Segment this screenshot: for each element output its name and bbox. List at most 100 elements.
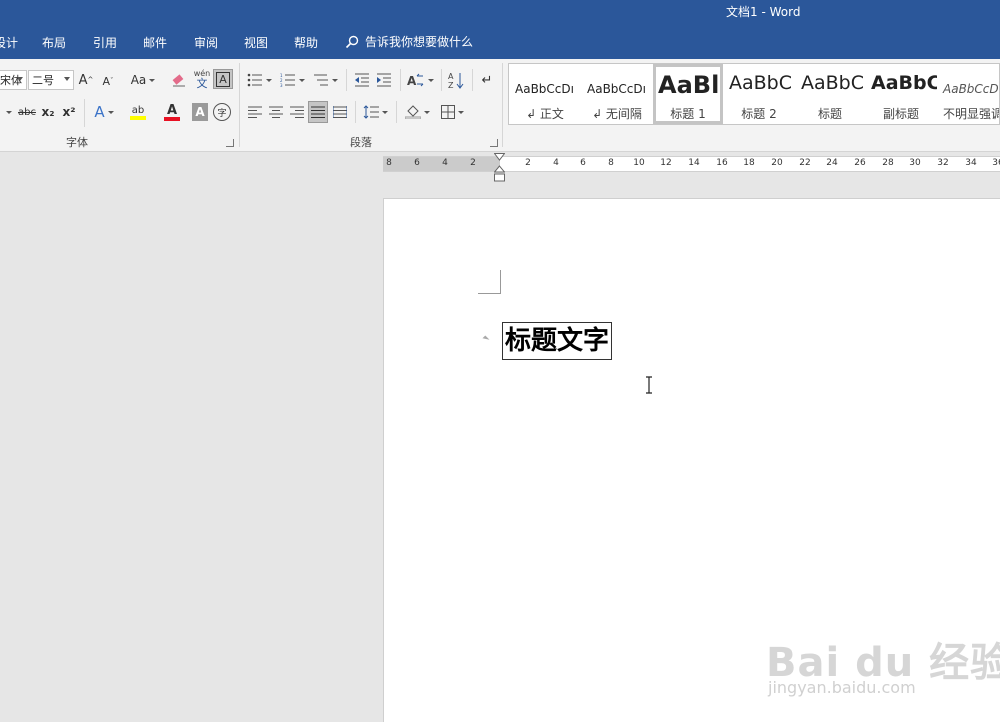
style-no-spacing[interactable]: AaBbCcDı ↲ 无间隔 xyxy=(581,64,653,124)
decrease-indent-icon[interactable] xyxy=(352,70,372,90)
numbering-icon: 123 xyxy=(280,73,295,87)
indent-marker-icon[interactable] xyxy=(494,153,505,183)
tab-mailings[interactable]: 邮件 xyxy=(143,34,167,51)
baidu-jingyan-watermark: Bai du 经验 jingyan.baidu.com xyxy=(762,614,1000,704)
ruler-tick: 26 xyxy=(854,158,866,168)
align-center-icon[interactable] xyxy=(267,102,285,122)
style-heading-1[interactable]: AaBl 标题 1 xyxy=(653,64,723,124)
style-preview: AaBbCcDı xyxy=(587,82,646,96)
ruler-tick: 2 xyxy=(525,158,531,168)
tab-help[interactable]: 帮助 xyxy=(294,34,318,51)
line-spacing-button[interactable] xyxy=(361,102,389,122)
ruler-tick: 18 xyxy=(743,158,755,168)
style-name: ↲ 正文 xyxy=(526,107,564,121)
multilevel-list-button[interactable] xyxy=(311,70,339,90)
font-name-combo[interactable]: 宋体 xyxy=(0,70,27,90)
char-shading-label: A xyxy=(195,105,205,119)
ruler-tick: 10 xyxy=(633,158,645,168)
tab-design[interactable]: 设计 xyxy=(0,34,18,51)
strike-label: abc xyxy=(18,106,36,118)
superscript-button[interactable]: x² xyxy=(61,103,77,121)
line-spacing-icon xyxy=(363,105,379,119)
style-name: 标题 2 xyxy=(741,107,777,121)
styles-gallery: AaBbCcDı ↲ 正文 AaBbCcDı ↲ 无间隔 AaBl 标题 1 A… xyxy=(508,63,1000,125)
style-subtle-emphasis[interactable]: AaBbCcD 不明显强调 xyxy=(937,64,999,124)
chinese-layout-button[interactable]: A xyxy=(405,70,435,90)
phonetic-guide-button[interactable]: wén 文 xyxy=(193,67,211,91)
style-name: 标题 1 xyxy=(670,107,706,121)
watermark-url: jingyan.baidu.com xyxy=(768,678,916,697)
paragraph-dialog-launcher[interactable] xyxy=(490,139,498,147)
style-heading-2[interactable]: AaBbC 标题 2 xyxy=(723,64,795,124)
font-size-combo[interactable]: 二号 xyxy=(28,70,74,90)
font-dialog-launcher[interactable] xyxy=(226,139,234,147)
horizontal-ruler[interactable]: 8 6 4 2 2 4 6 8 10 12 14 16 18 20 22 24 … xyxy=(383,156,1000,172)
ruler-tick: 36 xyxy=(992,158,1000,168)
bullets-button[interactable] xyxy=(246,70,272,90)
tab-view[interactable]: 视图 xyxy=(244,34,268,51)
style-preview: AaBbCcDı xyxy=(515,82,574,96)
style-preview: AaBbCcD xyxy=(943,82,999,96)
ruler-tick: 8 xyxy=(386,158,392,168)
style-name: 副标题 xyxy=(882,107,919,121)
character-border-button[interactable]: A xyxy=(213,69,233,89)
superscript-label: x² xyxy=(62,105,76,119)
highlight-icon: ab xyxy=(131,104,145,116)
clear-formatting-icon[interactable] xyxy=(170,71,188,89)
paragraph-group-label: 段落 xyxy=(350,136,372,149)
style-name: 不明显强调 xyxy=(943,107,999,121)
ruler-tick: 6 xyxy=(414,158,420,168)
tab-review[interactable]: 审阅 xyxy=(194,34,218,51)
style-name: 标题 xyxy=(817,107,842,121)
tab-references[interactable]: 引用 xyxy=(93,34,117,51)
char-border-label: A xyxy=(216,71,230,87)
window-title: 文档1 - Word xyxy=(726,5,801,19)
text-cursor-icon xyxy=(646,376,652,394)
change-case-button[interactable]: Aa xyxy=(128,71,158,89)
tell-me-search[interactable]: 告诉我你想要做什么 xyxy=(345,33,473,50)
svg-text:Z: Z xyxy=(448,81,454,89)
ruler-tick: 28 xyxy=(882,158,894,168)
ruler-tick: 20 xyxy=(771,158,783,168)
style-normal[interactable]: AaBbCcDı ↲ 正文 xyxy=(509,64,581,124)
style-subtitle[interactable]: AaBbC 副标题 xyxy=(865,64,937,124)
distributed-icon[interactable] xyxy=(331,102,349,122)
enclose-characters-button[interactable]: 字 xyxy=(213,103,231,121)
sort-icon[interactable]: AZ xyxy=(446,69,466,91)
font-group-label: 字体 xyxy=(66,136,88,149)
subscript-button[interactable]: x₂ xyxy=(40,103,56,121)
tell-me-label: 告诉我你想要做什么 xyxy=(365,35,474,49)
shading-button[interactable] xyxy=(402,102,432,122)
ribbon-tabs: 设计 布局 引用 邮件 审阅 视图 帮助 告诉我你想要做什么 xyxy=(0,24,1000,59)
document-heading[interactable]: 标题文字 xyxy=(502,322,613,360)
chinese-layout-icon: A xyxy=(407,73,423,87)
font-color-button[interactable]: A xyxy=(156,102,188,122)
ruler-tick: 14 xyxy=(688,158,700,168)
ruler-tick: 6 xyxy=(580,158,586,168)
style-title[interactable]: AaBbC 标题 xyxy=(795,64,865,124)
tab-layout[interactable]: 布局 xyxy=(42,34,66,51)
font-color-icon: A xyxy=(166,102,178,118)
character-shading-button[interactable]: A xyxy=(192,103,208,121)
style-preview: AaBbC xyxy=(871,72,937,94)
title-bar: 文档1 - Word xyxy=(0,0,1000,24)
borders-button[interactable] xyxy=(437,102,467,122)
subscript-label: x₂ xyxy=(41,105,55,119)
ruler-tick: 2 xyxy=(470,158,476,168)
numbering-button[interactable]: 123 xyxy=(278,70,306,90)
strikethrough-button[interactable]: abc xyxy=(16,103,38,121)
shrink-font-icon[interactable]: Aˇ xyxy=(100,72,116,90)
underline-dropdown-icon[interactable] xyxy=(2,103,12,121)
align-left-icon[interactable] xyxy=(246,102,264,122)
highlight-color-button[interactable]: ab xyxy=(122,102,154,122)
justify-icon[interactable] xyxy=(308,101,328,123)
align-right-icon[interactable] xyxy=(288,102,306,122)
paint-bucket-icon xyxy=(404,105,421,119)
increase-indent-icon[interactable] xyxy=(374,70,394,90)
bullets-icon xyxy=(247,73,262,87)
text-effects-button[interactable]: A xyxy=(90,102,118,122)
ruler-tick: 4 xyxy=(553,158,559,168)
show-paragraph-marks-icon[interactable]: ↵ xyxy=(478,70,496,90)
ruler-tick: 8 xyxy=(608,158,614,168)
grow-font-icon[interactable]: A ^ xyxy=(78,71,94,89)
